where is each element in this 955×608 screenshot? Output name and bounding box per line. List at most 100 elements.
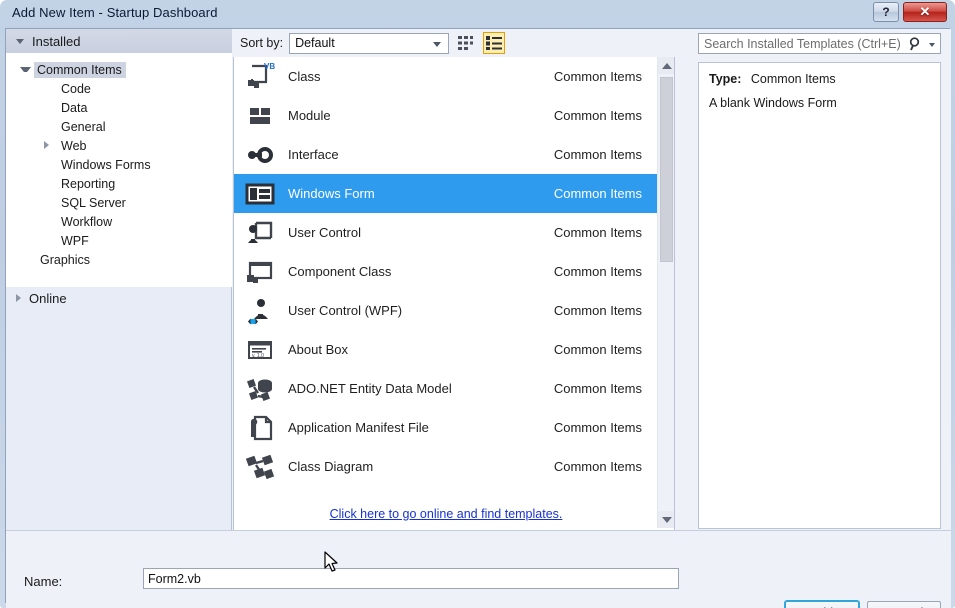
list-toolbar: Sort by: Default [233, 29, 675, 57]
tree-node-workflow[interactable]: Workflow [6, 212, 232, 231]
chevron-down-icon[interactable] [929, 43, 935, 47]
name-input[interactable]: Form2.vb [143, 568, 679, 589]
template-row-class-diagram[interactable]: Class Diagram Common Items [234, 447, 658, 486]
close-button[interactable]: ✕ [903, 2, 947, 22]
scroll-down-button[interactable] [658, 511, 674, 528]
scrollbar-thumb[interactable] [660, 77, 673, 262]
entity-data-model-icon [244, 373, 276, 405]
template-category: Common Items [553, 186, 642, 201]
template-category: Common Items [553, 381, 642, 396]
interface-icon [244, 139, 276, 171]
tree-node-label: General [61, 119, 106, 134]
template-row-about-box[interactable]: v. 1.0 About Box Common Items [234, 330, 658, 369]
template-row-application-manifest-file[interactable]: Application Manifest File Common Items [234, 408, 658, 447]
windows-form-icon [244, 178, 276, 210]
installed-header[interactable]: Installed [6, 29, 232, 53]
class-vb-icon: VB [244, 61, 276, 93]
details-panel: Search Installed Templates (Ctrl+E) Type… [676, 29, 951, 530]
name-input-value: Form2.vb [148, 572, 201, 586]
name-label: Name: [24, 574, 63, 589]
search-icon [909, 37, 920, 51]
tree-node-label: SQL Server [61, 195, 126, 210]
template-list-panel: VB Class Common Items Module Common Item… [233, 57, 675, 530]
template-list: VB Class Common Items Module Common Item… [234, 57, 658, 497]
tree-node-code[interactable]: Code [6, 79, 232, 98]
dialog-body: Installed Common Items Code Data General [5, 28, 951, 608]
tree-node-reporting[interactable]: Reporting [6, 174, 232, 193]
template-name: Class [288, 69, 321, 84]
search-placeholder: Search Installed Templates (Ctrl+E) [704, 37, 901, 51]
online-templates-link-bar: Click here to go online and find templat… [234, 497, 658, 530]
tree-node-online[interactable]: Online [6, 287, 232, 309]
grid-view-icon [458, 36, 474, 50]
tree-node-label: Data [61, 100, 88, 115]
template-row-user-control-wpf[interactable]: User Control (WPF) Common Items [234, 291, 658, 330]
chevron-right-icon [44, 141, 55, 150]
template-row-interface[interactable]: Interface Common Items [234, 135, 658, 174]
tree-node-web[interactable]: Web [6, 136, 232, 155]
tree-node-common-items[interactable]: Common Items [6, 60, 232, 79]
sort-by-dropdown[interactable]: Default [289, 32, 450, 54]
title-bar: Add New Item - Startup Dashboard ? ✕ [0, 0, 955, 28]
tree-node-windows-forms[interactable]: Windows Forms [6, 155, 232, 174]
template-category: Common Items [553, 303, 642, 318]
svg-text:VB: VB [264, 62, 275, 71]
template-name: Class Diagram [288, 459, 374, 474]
help-button[interactable]: ? [873, 2, 899, 22]
tree-node-wpf[interactable]: WPF [6, 231, 232, 250]
template-name: Module [288, 108, 331, 123]
template-name: About Box [288, 342, 348, 357]
search-templates-input[interactable]: Search Installed Templates (Ctrl+E) [698, 33, 941, 54]
template-category: Common Items [553, 420, 642, 435]
tree-node-data[interactable]: Data [6, 98, 232, 117]
about-box-icon: v. 1.0 [244, 334, 276, 366]
template-name: Component Class [288, 264, 392, 279]
template-name: ADO.NET Entity Data Model [288, 381, 452, 396]
triangle-up-icon [661, 62, 672, 69]
list-view-button[interactable] [483, 32, 506, 54]
template-name: User Control (WPF) [288, 303, 403, 318]
chevron-down-icon [433, 41, 442, 47]
window-title: Add New Item - Startup Dashboard [12, 5, 218, 20]
template-category: Common Items [553, 147, 642, 162]
go-online-find-templates-link[interactable]: Click here to go online and find templat… [330, 507, 563, 521]
tree-node-list: Common Items Code Data General Web Windo… [6, 53, 232, 287]
tree-node-graphics[interactable]: Graphics [6, 250, 232, 269]
add-button[interactable]: Add [784, 600, 860, 608]
chevron-down-icon [16, 38, 24, 44]
template-row-class[interactable]: VB Class Common Items [234, 57, 658, 96]
template-row-component-class[interactable]: Component Class Common Items [234, 252, 658, 291]
tree-node-general[interactable]: General [6, 117, 232, 136]
module-icon [244, 100, 276, 132]
template-name: Windows Form [288, 186, 375, 201]
tree-node-sql-server[interactable]: SQL Server [6, 193, 232, 212]
template-list-scrollbar[interactable] [657, 57, 674, 528]
user-control-icon [244, 217, 276, 249]
template-row-ado-net-entity-data-model[interactable]: ADO.NET Entity Data Model Common Items [234, 369, 658, 408]
detail-type-row: Type: Common Items [709, 72, 836, 86]
template-category: Common Items [553, 69, 642, 84]
tree-node-label: Online [29, 290, 67, 306]
template-category: Common Items [553, 264, 642, 279]
installed-header-label: Installed [32, 33, 81, 49]
tree-node-label: Code [61, 81, 91, 96]
svg-text:v. 1.0: v. 1.0 [252, 353, 264, 359]
dialog-window: Add New Item - Startup Dashboard ? ✕ Ins… [0, 0, 955, 608]
template-name: User Control [288, 225, 361, 240]
triangle-down-icon [661, 516, 672, 523]
template-row-windows-form[interactable]: Windows Form Common Items [234, 174, 658, 213]
chevron-right-icon [16, 293, 21, 302]
cancel-button[interactable]: Cancel [867, 601, 941, 608]
template-category: Common Items [553, 342, 642, 357]
grid-view-button[interactable] [455, 32, 477, 54]
scroll-up-button[interactable] [658, 57, 674, 74]
close-icon: ✕ [919, 4, 931, 19]
component-class-icon [244, 256, 276, 288]
tree-node-label: Windows Forms [61, 157, 151, 172]
dialog-footer: Name: Form2.vb Add Cancel [6, 530, 951, 608]
detail-description: A blank Windows Form [709, 96, 837, 110]
detail-type-value: Common Items [750, 72, 836, 86]
detail-type-label: Type: [709, 72, 742, 86]
template-row-module[interactable]: Module Common Items [234, 96, 658, 135]
template-row-user-control[interactable]: User Control Common Items [234, 213, 658, 252]
